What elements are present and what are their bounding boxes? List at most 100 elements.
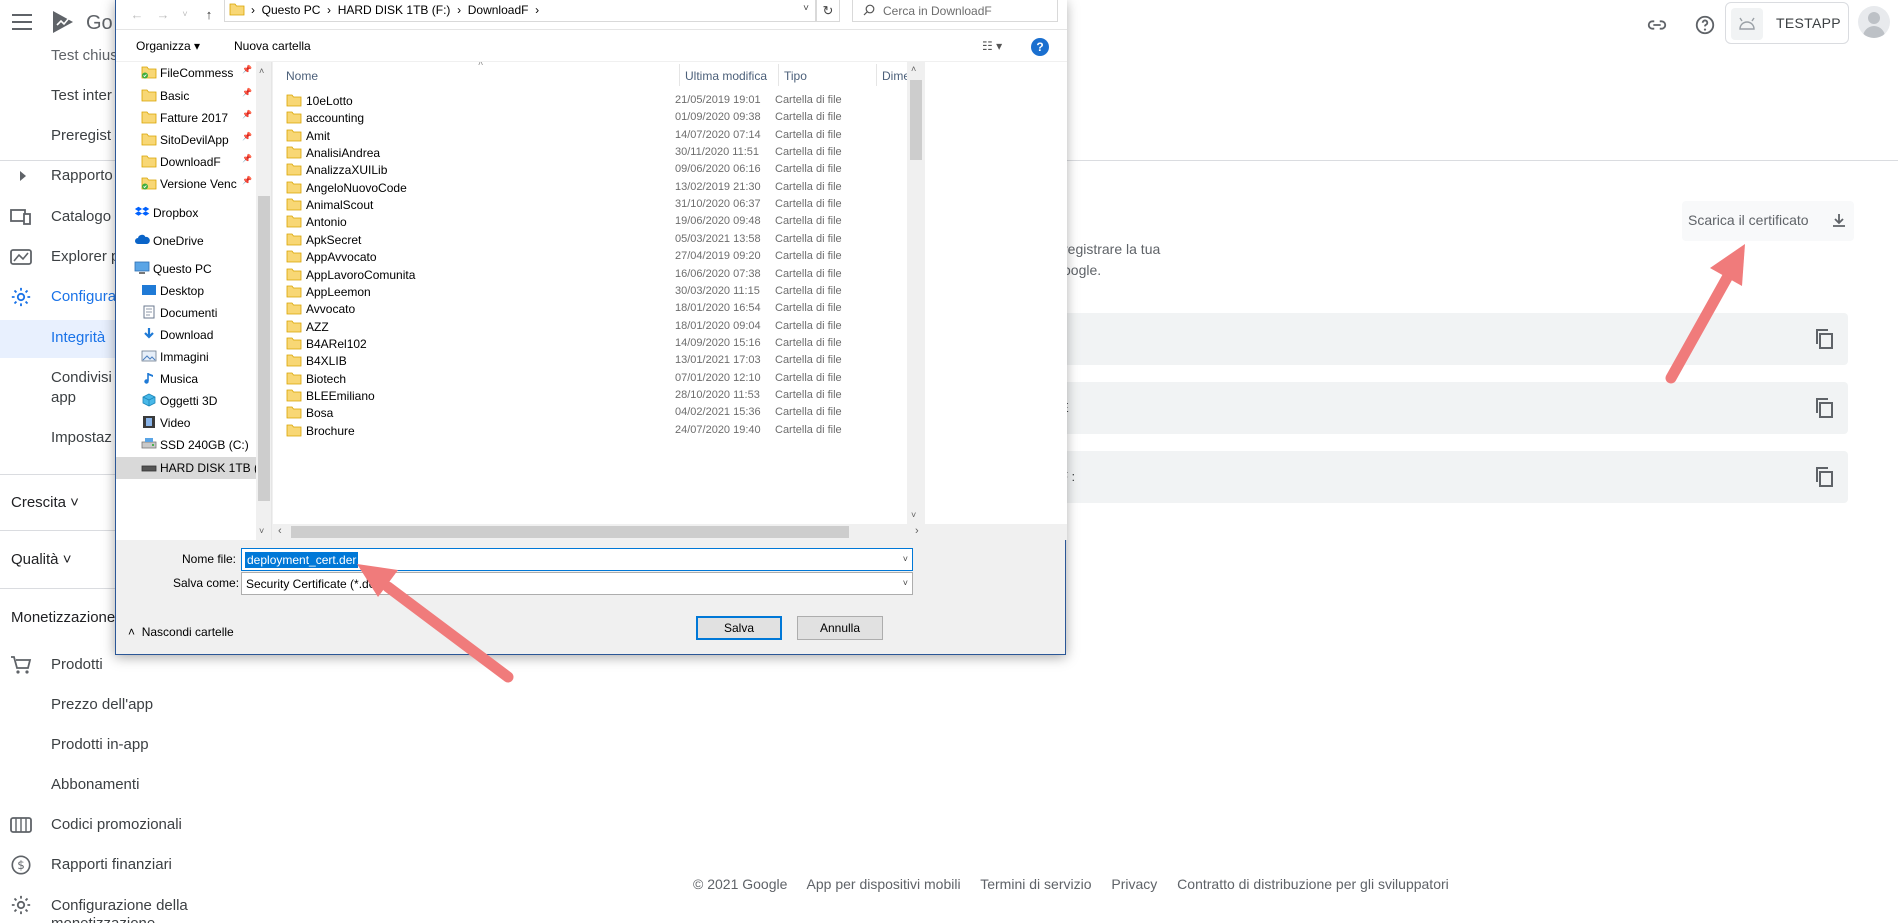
recent-dropdown-icon[interactable]: ˅ <box>174 3 196 25</box>
file-name: Brochure <box>306 423 355 438</box>
nav-integrita[interactable]: Integrità <box>51 329 105 346</box>
nav-prodotti-in-app[interactable]: Prodotti in-app <box>51 736 149 753</box>
crumb-questo-pc[interactable]: Questo PC <box>262 3 321 17</box>
copy-icon[interactable] <box>1812 327 1836 351</box>
help-icon[interactable] <box>1692 12 1718 38</box>
nav-condivisione[interactable]: Condivisi <box>51 369 112 386</box>
nav-preregistrazione[interactable]: Preregist <box>51 127 111 144</box>
tree-item-versione-venc[interactable]: Versione Venc 📌 <box>116 173 256 195</box>
tree-item-onedrive[interactable]: OneDrive <box>116 230 256 252</box>
nav-section-qualita[interactable]: Qualità ˅ <box>11 551 71 568</box>
tree-item-sitodevilapp[interactable]: SitoDevilApp 📌 <box>116 129 256 151</box>
nav-prodotti[interactable]: Prodotti <box>51 656 103 673</box>
column-type[interactable]: Tipo <box>784 69 807 83</box>
filename-input[interactable]: deployment_cert.der ˅ <box>241 548 913 571</box>
scroll-left-icon[interactable]: ‹ <box>278 525 282 537</box>
footer-link-privacy[interactable]: Privacy <box>1111 876 1157 892</box>
file-row[interactable]: Brochure 24/07/2020 19:40 Cartella di file <box>273 420 903 441</box>
tree-item-download[interactable]: Download <box>116 324 256 346</box>
tree-item-questo-pc[interactable]: Questo PC <box>116 258 256 280</box>
tree-item-oggetti-3d[interactable]: Oggetti 3D <box>116 390 256 412</box>
menu-icon[interactable] <box>12 14 32 30</box>
nav-catalogo[interactable]: Catalogo <box>51 208 111 225</box>
scroll-right-icon[interactable]: › <box>915 525 919 537</box>
nav-abbonamenti[interactable]: Abbonamenti <box>51 776 139 793</box>
copy-icon[interactable] <box>1812 396 1836 420</box>
file-name: AZZ <box>306 319 329 334</box>
file-list-hscroll-thumb[interactable] <box>291 526 849 538</box>
tree-item-downloadf[interactable]: DownloadF 📌 <box>116 151 256 173</box>
app-selector[interactable]: TESTAPP <box>1725 2 1849 44</box>
up-arrow-icon[interactable]: ↑ <box>198 3 220 25</box>
copy-icon[interactable] <box>1812 465 1836 489</box>
crumb-downloadf[interactable]: DownloadF <box>468 3 529 17</box>
file-modified: 27/04/2019 09:20 <box>675 250 761 263</box>
folder-icon <box>286 372 302 385</box>
tree-item-fatture-2017[interactable]: Fatture 2017 📌 <box>116 107 256 129</box>
breadcrumb[interactable]: › Questo PC › HARD DISK 1TB (F:) › Downl… <box>224 0 816 22</box>
file-modified: 07/01/2020 12:10 <box>675 371 761 384</box>
nav-config-monetizzazione[interactable]: Configurazione della <box>51 897 188 914</box>
hide-folders-toggle[interactable]: ˄ Nascondi cartelle <box>128 625 234 639</box>
help-icon[interactable]: ? <box>1031 38 1049 56</box>
file-list-vscroll-thumb[interactable] <box>910 80 922 160</box>
cancel-button[interactable]: Annulla <box>797 616 883 640</box>
chevron-down-icon[interactable]: ˅ <box>903 554 908 564</box>
file-list-vscroll[interactable]: ˄ ˅ <box>907 62 925 524</box>
save-as-type-select[interactable]: Security Certificate (*.der) ˅ <box>241 572 913 595</box>
tree-item-dropbox[interactable]: Dropbox <box>116 202 256 224</box>
chevron-down-icon[interactable]: ˅ <box>803 3 809 14</box>
file-list-hscroll[interactable]: ‹ › <box>273 524 1067 540</box>
search-input[interactable]: Cerca in DownloadF <box>852 0 1058 22</box>
tree-scrollbar[interactable]: ˄ ˅ <box>256 62 271 540</box>
file-name: 10eLotto <box>306 94 353 108</box>
caret-right-icon[interactable] <box>12 165 34 187</box>
footer-link-mobile-apps[interactable]: App per dispositivi mobili <box>807 876 961 892</box>
footer-link-terms[interactable]: Termini di servizio <box>980 876 1091 892</box>
scroll-up-icon[interactable]: ˄ <box>911 64 916 74</box>
tree-item-filecommess[interactable]: FileCommess 📌 <box>116 62 256 84</box>
nav-section-crescita[interactable]: Crescita ˅ <box>11 494 79 511</box>
tree-item-ssd-240gb-c[interactable]: SSD 240GB (C:) <box>116 434 256 456</box>
tree-item-immagini[interactable]: Immagini <box>116 346 256 368</box>
link-icon[interactable] <box>1644 12 1670 38</box>
column-modified[interactable]: Ultima modifica <box>685 69 767 83</box>
new-folder-button[interactable]: Nuova cartella <box>234 39 311 53</box>
column-size[interactable]: Dime <box>882 69 910 83</box>
nav-explorer[interactable]: Explorer p <box>51 248 119 265</box>
tree-item-musica[interactable]: Musica <box>116 368 256 390</box>
tree-item-basic[interactable]: Basic 📌 <box>116 85 256 107</box>
nav-impostazioni[interactable]: Impostaz <box>51 429 112 446</box>
description-line-1: registrare la tua <box>1063 241 1161 257</box>
tree-scroll-thumb[interactable] <box>258 196 270 501</box>
crumb-hard-disk[interactable]: HARD DISK 1TB (F:) <box>338 3 451 17</box>
tree-item-video[interactable]: Video <box>116 412 256 434</box>
tree-item-hard-disk-1tb[interactable]: HARD DISK 1TB ( <box>116 457 256 479</box>
column-name[interactable]: Nome <box>286 69 318 83</box>
back-arrow-icon[interactable]: ← <box>126 3 148 25</box>
tree-item-documenti[interactable]: Documenti <box>116 302 256 324</box>
scroll-up-icon[interactable]: ˄ <box>259 66 264 76</box>
tree-item-desktop[interactable]: Desktop <box>116 280 256 302</box>
scroll-down-icon[interactable]: ˅ <box>259 526 264 536</box>
footer-link-dev-agreement[interactable]: Contratto di distribuzione per gli svilu… <box>1177 876 1449 892</box>
view-options-icon[interactable]: ☷ ▾ <box>982 39 1002 53</box>
scroll-down-icon[interactable]: ˅ <box>911 510 916 520</box>
save-button[interactable]: Salva <box>696 616 782 640</box>
nav-test-interni[interactable]: Test inter <box>51 87 112 104</box>
nav-test-chiusi[interactable]: Test chius <box>51 47 118 64</box>
nav-rapporti-finanziari[interactable]: Rapporti finanziari <box>51 856 172 873</box>
nav-configurazione[interactable]: Configura <box>51 288 116 305</box>
chevron-down-icon[interactable]: ˅ <box>903 578 908 588</box>
tree-item-label: Fatture 2017 <box>160 111 229 125</box>
nav-codici-promozionali[interactable]: Codici promozionali <box>51 816 182 833</box>
nav-section-monetizzazione[interactable]: Monetizzazione <box>11 609 115 626</box>
forward-arrow-icon[interactable]: → <box>152 3 174 25</box>
avatar[interactable] <box>1858 6 1890 38</box>
download-certificate-button[interactable]: Scarica il certificato <box>1682 201 1854 241</box>
refresh-icon[interactable]: ↻ <box>816 0 840 22</box>
tree-item-label: Documenti <box>160 306 218 320</box>
organize-button[interactable]: Organizza ▾ <box>136 39 200 53</box>
nav-rapporto[interactable]: Rapporto <box>51 167 113 184</box>
nav-prezzo-app[interactable]: Prezzo dell'app <box>51 696 153 713</box>
